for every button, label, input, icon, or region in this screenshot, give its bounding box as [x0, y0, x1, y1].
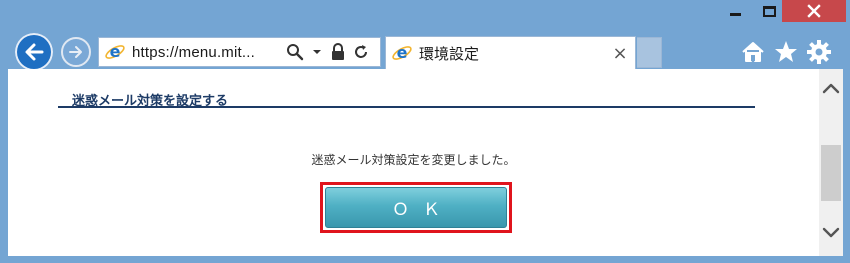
svg-text:e: e: [397, 43, 408, 62]
ie-logo-icon: e: [105, 42, 125, 61]
new-tab-button[interactable]: [637, 37, 662, 68]
ok-button[interactable]: ＯＫ: [325, 187, 507, 228]
tab-ie-logo-icon: e: [392, 43, 412, 62]
confirmation-message: 迷惑メール対策設定を変更しました。: [311, 153, 516, 167]
address-dropdown-button[interactable]: [308, 48, 326, 56]
vertical-scrollbar[interactable]: [819, 69, 843, 256]
forward-button[interactable]: [61, 37, 91, 67]
settings-gear-icon[interactable]: [806, 39, 832, 65]
tab-title: 環境設定: [419, 44, 480, 63]
chevron-down-icon[interactable]: [819, 220, 843, 244]
tab-settings[interactable]: e 環境設定 ×: [385, 36, 636, 69]
maximize-button[interactable]: [756, 0, 782, 22]
refresh-icon: [355, 45, 367, 58]
maximize-icon: [762, 5, 776, 17]
chevron-up-icon[interactable]: [819, 77, 843, 101]
back-arrow-icon: [25, 43, 44, 61]
home-icon[interactable]: [740, 39, 766, 65]
favorites-star-icon[interactable]: [773, 39, 799, 65]
back-button[interactable]: [15, 33, 53, 71]
close-icon: [807, 4, 821, 18]
tab-close-button[interactable]: ×: [605, 43, 635, 64]
minimize-button[interactable]: [714, 0, 756, 22]
svg-text:e: e: [110, 42, 121, 61]
forward-arrow-icon: [69, 46, 82, 58]
lock-icon: [332, 43, 344, 60]
refresh-button[interactable]: [350, 43, 372, 61]
section-divider: [58, 106, 755, 108]
page-content: 迷惑メール対策を設定する 迷惑メール対策設定を変更しました。 ＯＫ: [8, 69, 819, 256]
url-text[interactable]: https://menu.mit...: [132, 44, 282, 61]
close-window-button[interactable]: [782, 0, 846, 22]
minimize-icon: [729, 12, 741, 16]
search-button[interactable]: [282, 43, 308, 61]
scrollbar-thumb[interactable]: [821, 145, 841, 201]
address-bar[interactable]: e https://menu.mit...: [98, 37, 381, 67]
dropdown-icon: [313, 50, 321, 54]
security-lock[interactable]: [326, 43, 350, 61]
browser-window: e https://menu.mit... e 環境設定 × 迷惑メール対策を設…: [0, 0, 850, 263]
search-icon: [287, 44, 304, 61]
